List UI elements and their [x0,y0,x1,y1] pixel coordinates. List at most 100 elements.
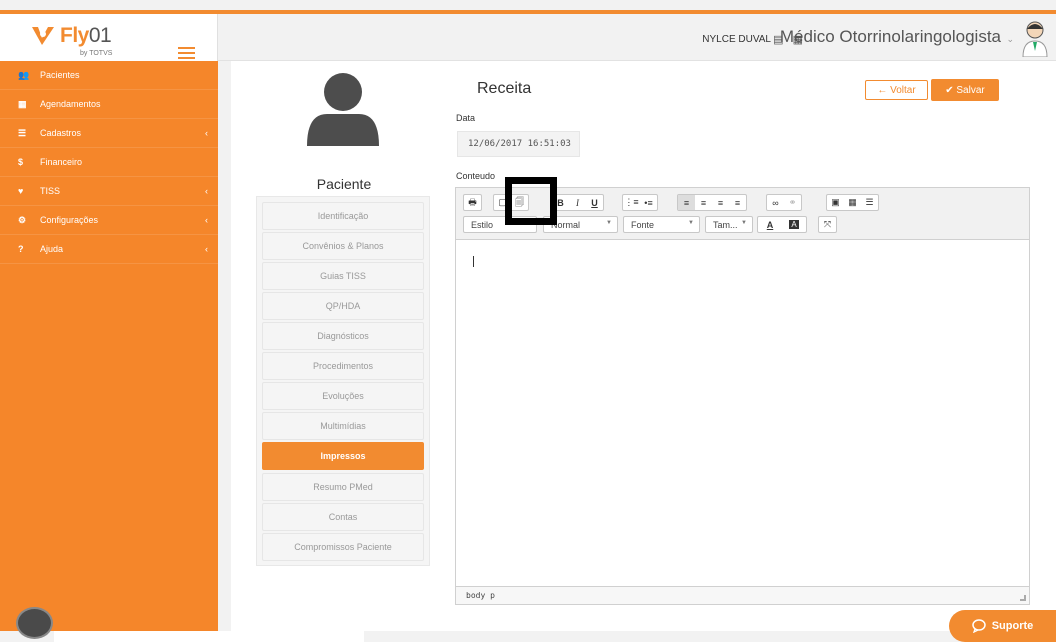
doctor-avatar-icon[interactable] [1020,19,1050,57]
sidebar-item-agendamentos[interactable]: ▦ Agendamentos [0,90,218,119]
horizontal-rule-icon[interactable]: ☰ [861,195,878,210]
sidebar-item-label: Configurações [40,215,99,225]
resize-handle-icon[interactable] [1020,595,1026,601]
rich-text-editor[interactable]: 🖶 ▢ 🗐 B I U ⋮≡ •≡ ≡ ≡ ≡ ≡ ∞ ⚭ ▣ ▦ ☰ Esti… [455,187,1030,605]
toolbar-group-links: ∞ ⚭ [766,194,802,211]
sidebar-item-label: Pacientes [40,70,80,80]
sidebar-item-label: Agendamentos [40,99,101,109]
chevron-down-icon[interactable]: ⌄ [1006,34,1014,45]
support-button[interactable]: Suporte [949,610,1056,642]
dollar-icon: $ [18,157,24,167]
date-field[interactable]: 12/06/2017 16:51:03 [457,131,580,157]
toolbar-group-colors: A A [757,216,807,233]
sidebar-item-label: Ajuda [40,244,64,254]
toolbar-group-tools: ⤧ [818,216,837,233]
patient-menu-convenios[interactable]: Convênios & Planos [262,232,424,260]
sidebar-item-label: Financeiro [40,157,83,167]
toolbar-group-align: ≡ ≡ ≡ ≡ [677,194,747,211]
maximize-icon[interactable]: ⤧ [819,217,836,232]
caret-down-icon: ▼ [606,220,612,226]
sidebar-item-cadastros[interactable]: ☰ Cadastros ‹ [0,119,218,148]
font-combo[interactable]: Fonte ▼ [623,216,700,233]
patient-menu-contas[interactable]: Contas [262,503,424,531]
sidebar-item-ajuda[interactable]: ? Ajuda ‹ [0,235,218,264]
toolbar-group-insert: ▣ ▦ ☰ [826,194,879,211]
question-icon: ? [18,244,24,254]
unlink-icon[interactable]: ⚭ [784,195,801,210]
brand-logo[interactable]: Fly01 [30,24,112,48]
patient-title: Paciente [316,176,372,192]
link-icon[interactable]: ∞ [767,195,784,210]
patient-menu-diagnosticos[interactable]: Diagnósticos [262,322,424,350]
brand-name: Fly01 [60,24,112,47]
editor-status-path[interactable]: body p [456,586,1029,604]
users-icon: 👥 [18,69,30,80]
numbered-list-icon[interactable]: ⋮≡ [623,195,640,210]
print-icon[interactable]: 🖶 [464,195,481,210]
logo-area: Fly01 by TOTVS [0,14,218,61]
table-icon[interactable]: ▦ [844,195,861,210]
sidebar-item-pacientes[interactable]: 👥 Pacientes [0,61,218,90]
patient-menu-resumo-pmed[interactable]: Resumo PMed [262,473,424,501]
chevron-left-icon: ‹ [205,128,208,138]
patient-menu-guias-tiss[interactable]: Guias TISS [262,262,424,290]
chat-icon [971,619,986,633]
caret-down-icon: ▼ [741,220,747,226]
chat-bubble-icon[interactable] [16,607,53,639]
sidebar-nav: 👥 Pacientes ▦ Agendamentos ☰ Cadastros ‹… [0,61,218,631]
align-center-icon[interactable]: ≡ [695,195,712,210]
bulleted-list-icon[interactable]: •≡ [640,195,657,210]
patient-menu-identificacao[interactable]: Identificação [262,202,424,230]
underline-icon[interactable]: U [586,195,603,210]
align-left-icon[interactable]: ≡ [678,195,695,210]
hamburger-menu-icon[interactable] [178,47,195,59]
patient-menu-compromissos[interactable]: Compromissos Paciente [262,533,424,561]
sidebar-item-label: TISS [40,186,61,196]
gear-icon: ⚙ [18,214,27,225]
list-icon: ☰ [18,127,27,138]
size-combo[interactable]: Tam... ▼ [705,216,753,233]
sidebar-item-tiss[interactable]: ♥ TISS ‹ [0,177,218,206]
fly-logo-mark-icon [32,27,54,45]
user-name[interactable]: NYLCE DUVAL [702,34,771,45]
bottom-strip [54,631,364,642]
patient-menu-procedimentos[interactable]: Procedimentos [262,352,424,380]
align-justify-icon[interactable]: ≡ [729,195,746,210]
toolbar-group-basic-styles: B I U [551,194,604,211]
text-color-icon[interactable]: A [758,217,782,232]
date-label: Data [456,113,476,123]
patient-avatar-icon [307,73,379,146]
sidebar-item-configuracoes[interactable]: ⚙ Configurações ‹ [0,206,218,235]
content-label: Conteudo [456,171,496,181]
highlight-box [505,177,557,225]
page-title: Receita [477,80,532,97]
background-color-icon[interactable]: A [782,217,806,232]
patient-menu-multimidias[interactable]: Multimídias [262,412,424,440]
user-role[interactable]: Médico Otorrinolaringologista [780,27,1001,47]
sidebar-item-financeiro[interactable]: $ Financeiro [0,148,218,177]
calendar-icon: ▦ [18,98,27,109]
chevron-left-icon: ‹ [205,186,208,196]
heart-icon: ♥ [18,186,24,196]
size-combo-label: Tam... [713,219,738,230]
text-cursor [473,256,474,267]
toolbar-group-lists: ⋮≡ •≡ [622,194,658,211]
top-header: NYLCE DUVAL ▤ ▦ Médico Otorrinolaringolo… [218,14,1056,61]
italic-icon[interactable]: I [569,195,586,210]
patient-menu-evolucoes[interactable]: Evoluções [262,382,424,410]
styles-combo-label: Estilo [471,219,494,230]
patient-menu-impressos[interactable]: Impressos [262,442,424,470]
background-color-glyph: A [789,220,799,229]
back-button[interactable]: ← Voltar [865,80,928,100]
font-combo-label: Fonte [631,219,655,230]
sidebar-item-label: Cadastros [40,128,82,138]
toolbar-group-print: 🖶 [463,194,482,211]
support-label: Suporte [991,620,1034,632]
image-icon[interactable]: ▣ [827,195,844,210]
caret-down-icon: ▼ [688,220,694,226]
align-right-icon[interactable]: ≡ [712,195,729,210]
brand-sub: by TOTVS [80,50,113,57]
save-button[interactable]: ✔ Salvar [931,79,999,101]
patient-menu-qp-hda[interactable]: QP/HDA [262,292,424,320]
chevron-left-icon: ‹ [205,244,208,254]
